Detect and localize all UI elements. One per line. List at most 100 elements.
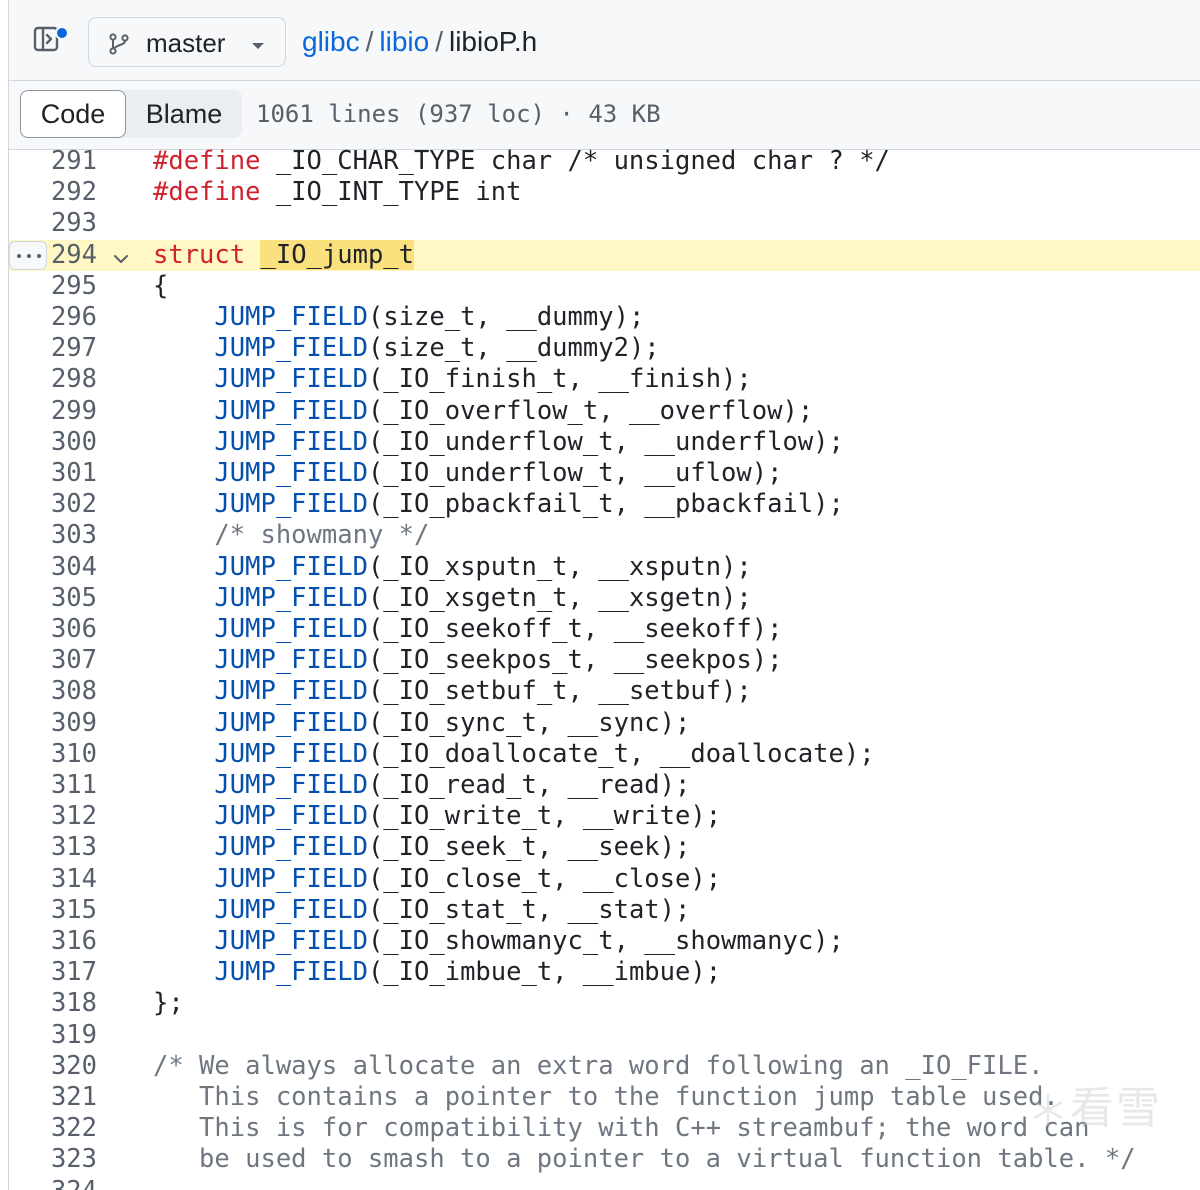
code-token: (_IO_seekpos_t, __seekpos); [367,645,783,676]
code-line: 296 JUMP_FIELD(size_t, __dummy); [9,302,1200,333]
code-token: { [153,270,169,301]
code-token: JUMP_FIELD [214,333,368,364]
line-number[interactable]: 312 [9,801,97,832]
code-token: (_IO_sync_t, __sync); [367,707,691,738]
code-line: 297 JUMP_FIELD(size_t, __dummy2); [9,333,1200,364]
code-token: (_IO_finish_t, __finish); [367,364,752,395]
line-number[interactable]: 296 [9,302,97,333]
line-number[interactable]: 308 [9,676,97,707]
code-text: #define _IO_CHAR_TYPE char /* unsigned c… [153,146,890,177]
line-number[interactable]: 318 [9,988,97,1019]
code-token: JUMP_FIELD [214,863,368,894]
breadcrumb-folder-link[interactable]: libio [379,26,429,57]
line-number[interactable]: 324 [9,1176,97,1190]
code-token: JUMP_FIELD [214,302,368,332]
line-number[interactable]: 310 [9,739,97,770]
code-token: _IO_CHAR_TYPE char /* unsigned char ? */ [260,146,890,176]
code-token: JUMP_FIELD [214,738,368,769]
line-number[interactable]: 295 [9,271,97,302]
line-number[interactable]: 316 [9,926,97,957]
code-token: JUMP_FIELD [214,364,368,395]
code-text: JUMP_FIELD(_IO_write_t, __write); [153,801,721,832]
code-text: JUMP_FIELD(_IO_imbue_t, __imbue); [153,957,721,988]
line-number[interactable]: 305 [9,583,97,614]
line-number[interactable]: 298 [9,364,97,395]
code-token: (_IO_setbuf_t, __setbuf); [367,676,752,707]
code-token: #define [153,177,261,208]
sidebar-expand-icon[interactable] [33,24,71,62]
code-line: 292 #define _IO_INT_TYPE int [9,177,1200,208]
chevron-down-icon[interactable] [111,246,131,266]
code-line: 322 This is for compatibility with C++ s… [9,1113,1200,1144]
code-line: 319 [9,1020,1200,1051]
line-number[interactable]: 297 [9,333,97,364]
line-number[interactable]: 320 [9,1051,97,1082]
code-token: (_IO_underflow_t, __uflow); [367,458,783,488]
code-text: This contains a pointer to the function … [153,1082,1059,1113]
line-number[interactable]: 300 [9,427,97,458]
line-number[interactable]: 306 [9,614,97,645]
code-line: 314 JUMP_FIELD(_IO_close_t, __close); [9,864,1200,895]
line-number[interactable]: 323 [9,1144,97,1175]
code-token: (_IO_write_t, __write); [367,801,722,832]
code-token: (_IO_xsputn_t, __xsputn); [367,551,752,582]
notification-dot [55,26,69,40]
code-token: This contains a pointer to the function … [153,1082,1059,1112]
line-number[interactable]: 292 [9,177,97,208]
code-token: JUMP_FIELD [214,645,368,676]
line-number[interactable]: 313 [9,832,97,863]
line-number[interactable]: 303 [9,520,97,551]
line-number[interactable]: 301 [9,458,97,489]
code-token: JUMP_FIELD [214,770,368,800]
branch-selector-button[interactable]: master [88,17,286,67]
line-number[interactable]: 299 [9,396,97,427]
line-number[interactable]: 317 [9,957,97,988]
line-number[interactable]: 302 [9,489,97,520]
line-number[interactable]: 309 [9,708,97,739]
triangle-down-icon [251,38,265,56]
line-number[interactable]: 291 [9,146,97,177]
code-token: (_IO_stat_t, __stat); [367,894,691,925]
code-token: (_IO_imbue_t, __imbue); [367,957,722,988]
code-line: 291 #define _IO_CHAR_TYPE char /* unsigne… [9,146,1200,177]
code-text: JUMP_FIELD(_IO_xsgetn_t, __xsgetn); [153,583,751,614]
line-number[interactable]: 322 [9,1113,97,1144]
code-token: JUMP_FIELD [214,832,368,863]
breadcrumb: glibc / libio / libioP.h [302,24,537,60]
line-number[interactable]: 307 [9,645,97,676]
code-text: struct _IO_jump_t [153,239,415,271]
code-line: 323 be used to smash to a pointer to a v… [9,1144,1200,1175]
line-number[interactable]: 311 [9,770,97,801]
line-number[interactable]: 294 [9,240,97,271]
code-line: 300 JUMP_FIELD(_IO_underflow_t, __underf… [9,427,1200,458]
code-text: #define _IO_INT_TYPE int [153,177,521,208]
line-number[interactable]: 304 [9,552,97,583]
tab-blame[interactable]: Blame [126,90,242,138]
code-token: (_IO_seek_t, __seek); [367,832,691,863]
code-token: (_IO_close_t, __close); [367,863,722,894]
code-text: This is for compatibility with C++ strea… [153,1113,1089,1144]
line-number[interactable]: 321 [9,1082,97,1113]
breadcrumb-repo-link[interactable]: glibc [302,26,360,57]
code-text: JUMP_FIELD(_IO_pbackfail_t, __pbackfail)… [153,489,843,520]
line-number[interactable]: 293 [9,208,97,239]
code-token: (_IO_underflow_t, __underflow); [367,426,844,457]
tab-code[interactable]: Code [20,90,126,138]
line-number[interactable]: 315 [9,895,97,926]
code-token: (_IO_overflow_t, __overflow); [367,395,814,426]
line-number[interactable]: 319 [9,1020,97,1051]
file-info: 1061 lines (937 loc) · 43 KB [256,100,661,128]
branch-name: master [146,28,226,58]
code-view: 291 #define _IO_CHAR_TYPE char /* unsigne… [9,146,1200,1190]
line-number[interactable]: 314 [9,864,97,895]
